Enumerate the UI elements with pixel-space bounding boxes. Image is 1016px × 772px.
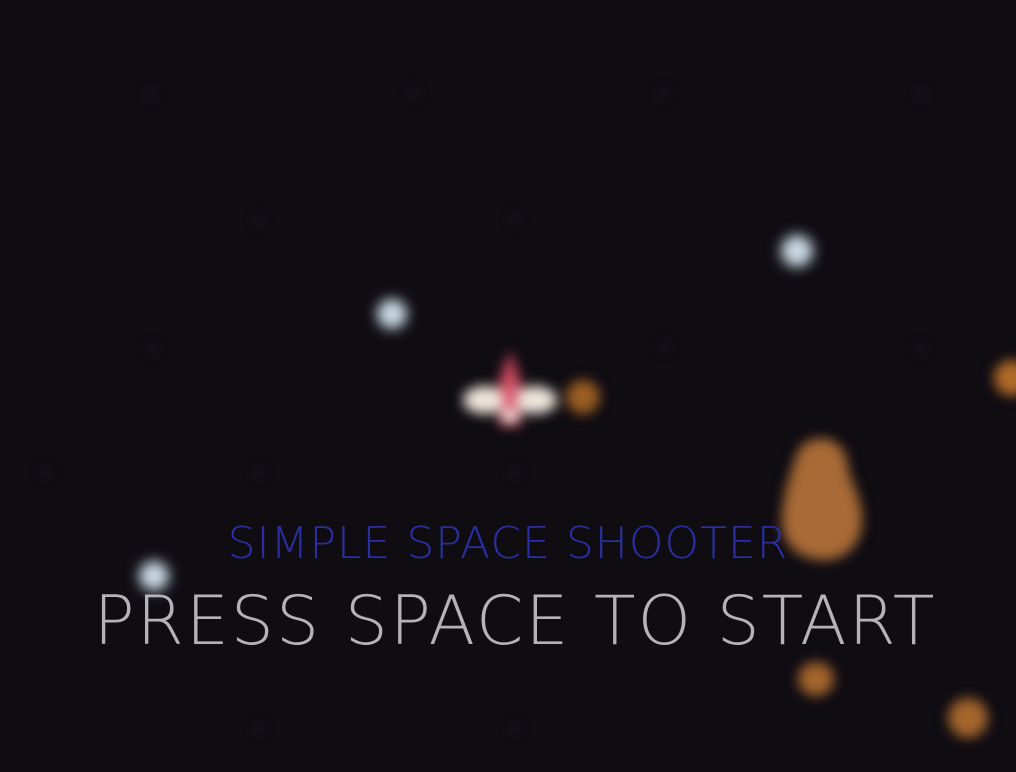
star-icon <box>150 346 156 352</box>
star-icon <box>256 470 262 476</box>
player-ship-icon <box>463 350 557 426</box>
orange-orb-icon <box>948 698 988 738</box>
star-icon <box>512 216 518 222</box>
game-title: SIMPLE SPACE SHOOTER <box>227 518 789 569</box>
orange-orb-icon <box>994 360 1016 396</box>
star-icon <box>660 90 666 96</box>
star-icon <box>662 344 668 350</box>
star-icon <box>512 470 518 476</box>
star-icon <box>918 346 924 352</box>
star-icon <box>148 92 154 98</box>
star-icon <box>378 300 406 328</box>
orange-orb-icon <box>798 662 834 696</box>
star-icon <box>512 726 518 732</box>
orange-orb-icon <box>566 380 600 414</box>
star-icon <box>42 470 48 476</box>
start-prompt: PRESS SPACE TO START <box>93 582 937 661</box>
star-icon <box>256 726 262 732</box>
star-icon <box>256 218 262 224</box>
star-icon <box>782 236 812 266</box>
game-screen[interactable]: SIMPLE SPACE SHOOTER PRESS SPACE TO STAR… <box>0 0 1016 772</box>
star-icon <box>918 92 924 98</box>
star-icon <box>410 90 416 96</box>
